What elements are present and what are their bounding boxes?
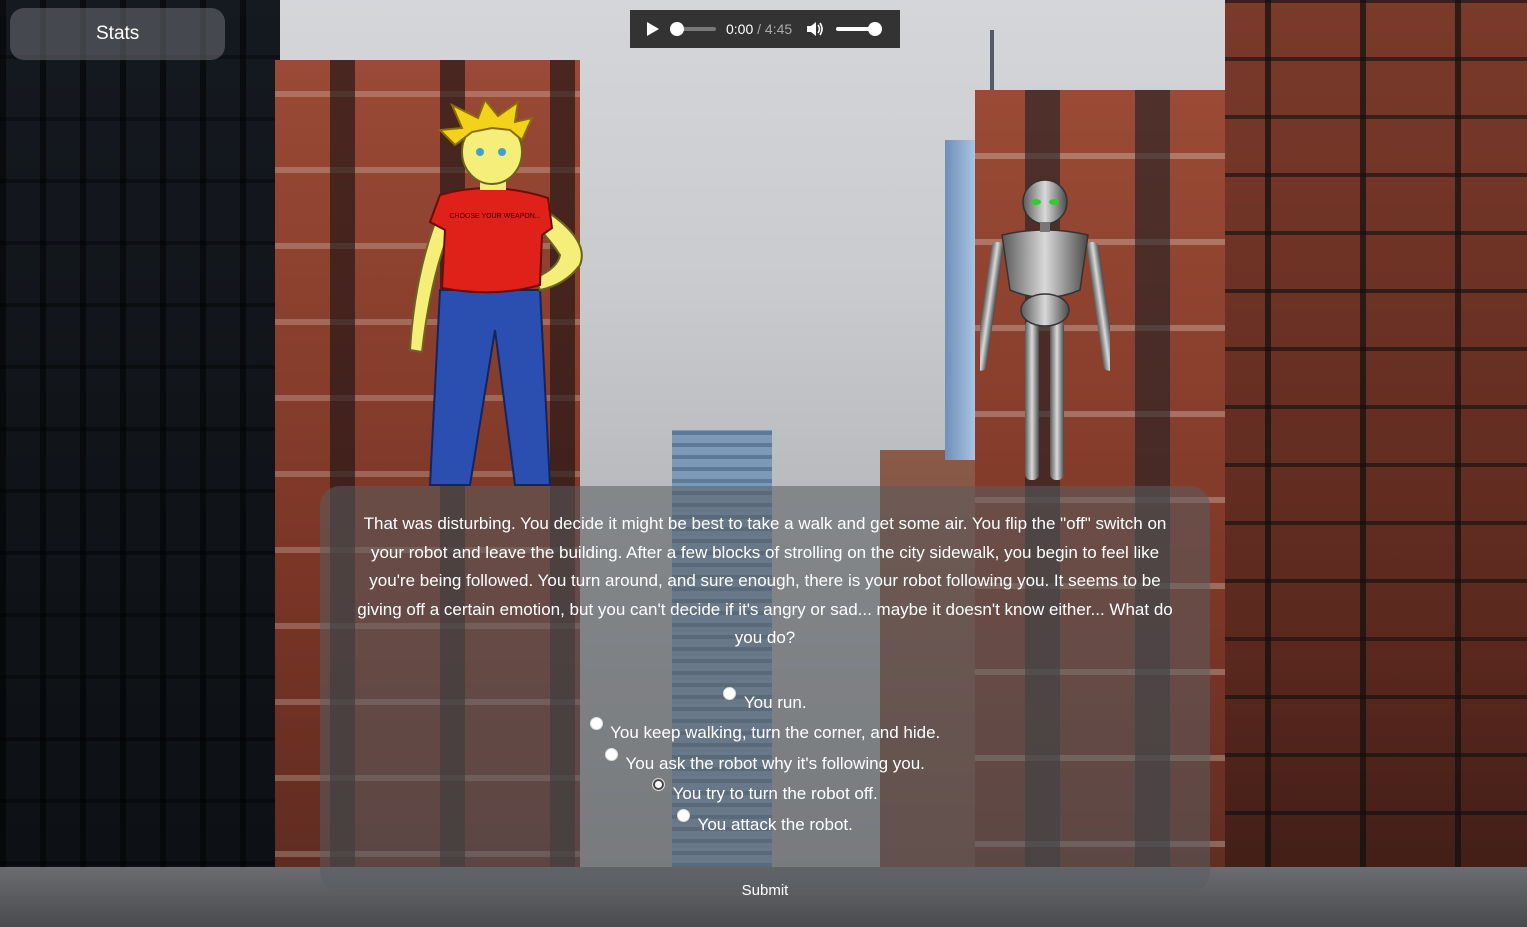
choice-label: You attack the robot. — [697, 814, 853, 834]
robot-character — [980, 180, 1110, 480]
glass-building-left — [0, 0, 280, 927]
audio-time-separator: / — [753, 21, 765, 37]
hero-character: CHOOSE YOUR WEAPON... — [408, 100, 583, 486]
audio-time: 0:00 / 4:45 — [726, 21, 792, 37]
story-text: That was disturbing. You decide it might… — [357, 514, 1173, 647]
choice-radio[interactable] — [605, 747, 619, 761]
hero-shirt-text: CHOOSE YOUR WEAPON... — [449, 213, 540, 220]
fire-escape-building — [1225, 0, 1527, 927]
choice-radio[interactable] — [677, 808, 691, 822]
choice-list: You run. You keep walking, turn the corn… — [346, 686, 1184, 840]
choice-option-3[interactable]: You ask the robot why it's following you… — [346, 747, 1184, 779]
choice-label: You keep walking, turn the corner, and h… — [610, 723, 941, 742]
seek-handle[interactable] — [670, 22, 684, 36]
seek-slider[interactable] — [670, 22, 716, 36]
choice-radio[interactable] — [652, 778, 666, 791]
submit-button[interactable]: Submit — [736, 881, 795, 900]
volume-handle[interactable] — [868, 22, 883, 36]
audio-current-time: 0:00 — [726, 21, 754, 37]
choice-option-1[interactable]: You run. — [346, 686, 1184, 718]
choice-option-5[interactable]: You attack the robot. — [346, 808, 1184, 840]
choice-radio[interactable] — [589, 717, 603, 730]
choice-option-2[interactable]: You keep walking, turn the corner, and h… — [346, 717, 1184, 748]
choice-radio[interactable] — [723, 686, 737, 700]
choice-label: You try to turn the robot off. — [672, 784, 878, 803]
stats-button[interactable]: Stats — [10, 8, 225, 60]
story-panel: That was disturbing. You decide it might… — [320, 486, 1210, 899]
choice-option-4[interactable]: You try to turn the robot off. — [346, 778, 1184, 809]
choice-label: You ask the robot why it's following you… — [625, 753, 925, 773]
play-icon[interactable] — [646, 21, 660, 37]
volume-slider[interactable] — [836, 22, 883, 36]
choice-label: You run. — [743, 692, 807, 712]
audio-player: 0:00 / 4:45 — [630, 10, 900, 48]
audio-duration: 4:45 — [764, 21, 793, 37]
volume-icon[interactable] — [806, 20, 824, 38]
